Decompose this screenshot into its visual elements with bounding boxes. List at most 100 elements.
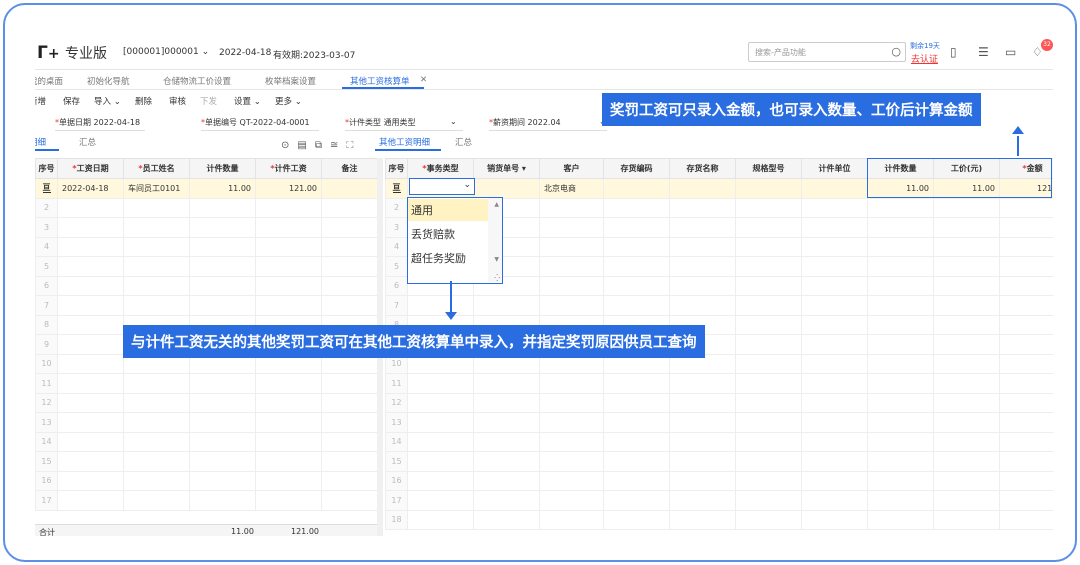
add-button[interactable]: 新增 xyxy=(35,95,46,107)
table-row[interactable]: 16 xyxy=(35,470,378,491)
empty-cell[interactable] xyxy=(321,392,378,413)
empty-cell[interactable] xyxy=(603,509,670,530)
empty-cell[interactable] xyxy=(539,509,604,530)
empty-cell[interactable] xyxy=(999,197,1053,218)
search-icon[interactable]: ○ xyxy=(891,45,901,58)
empty-cell[interactable] xyxy=(867,470,934,491)
empty-cell[interactable] xyxy=(735,334,802,355)
empty-cell[interactable] xyxy=(933,509,1000,530)
empty-cell[interactable] xyxy=(539,236,604,257)
empty-cell[interactable] xyxy=(999,236,1053,257)
empty-cell[interactable] xyxy=(539,295,604,316)
option-lost-goods-compensation[interactable]: 丢货赔款 xyxy=(408,223,488,245)
empty-cell[interactable] xyxy=(539,217,604,238)
empty-cell[interactable] xyxy=(57,431,124,452)
scroll-down-icon[interactable]: ▼ xyxy=(494,256,499,263)
empty-cell[interactable] xyxy=(539,470,604,491)
empty-cell[interactable] xyxy=(473,451,540,472)
table-row[interactable]: 3 xyxy=(35,217,378,238)
empty-cell[interactable] xyxy=(669,236,736,257)
table-row[interactable]: 7 xyxy=(35,295,378,316)
cell-piece-wage[interactable]: 121.00 xyxy=(255,178,322,199)
empty-cell[interactable] xyxy=(735,509,802,530)
cell-spec[interactable] xyxy=(735,178,802,199)
empty-cell[interactable] xyxy=(407,392,474,413)
tab-desktop[interactable]: 我的桌面 xyxy=(35,75,63,87)
empty-cell[interactable] xyxy=(735,470,802,491)
copy-icon[interactable]: ▤ xyxy=(297,140,314,151)
empty-cell[interactable] xyxy=(123,451,190,472)
empty-cell[interactable] xyxy=(669,217,736,238)
empty-cell[interactable] xyxy=(321,275,378,296)
empty-cell[interactable] xyxy=(123,236,190,257)
empty-cell[interactable] xyxy=(255,412,322,433)
tab-logistics-rate[interactable]: 仓储物流工价设置 xyxy=(163,75,231,87)
empty-cell[interactable] xyxy=(933,197,1000,218)
empty-cell[interactable] xyxy=(801,256,868,277)
empty-cell[interactable] xyxy=(189,412,256,433)
empty-cell[interactable] xyxy=(867,217,934,238)
empty-cell[interactable] xyxy=(735,197,802,218)
settings-button[interactable]: 设置 ⌄ xyxy=(234,95,261,107)
empty-cell[interactable] xyxy=(407,509,474,530)
resize-grip-icon[interactable]: ⁛ xyxy=(494,274,500,282)
empty-cell[interactable] xyxy=(867,509,934,530)
empty-cell[interactable] xyxy=(735,431,802,452)
empty-cell[interactable] xyxy=(999,256,1053,277)
empty-cell[interactable] xyxy=(321,236,378,257)
empty-cell[interactable] xyxy=(933,236,1000,257)
empty-cell[interactable] xyxy=(123,256,190,277)
empty-cell[interactable] xyxy=(255,236,322,257)
empty-cell[interactable] xyxy=(57,275,124,296)
empty-cell[interactable] xyxy=(933,295,1000,316)
empty-cell[interactable] xyxy=(57,392,124,413)
empty-cell[interactable] xyxy=(473,295,540,316)
empty-cell[interactable] xyxy=(407,451,474,472)
empty-cell[interactable] xyxy=(735,373,802,394)
empty-cell[interactable] xyxy=(801,314,868,335)
empty-cell[interactable] xyxy=(123,412,190,433)
tab-other-wage-detail[interactable]: 其他工资明细 xyxy=(379,136,430,148)
bill-no-field[interactable]: *单据编号 QT-2022-04-0001 xyxy=(201,117,319,131)
empty-cell[interactable] xyxy=(189,295,256,316)
search-input[interactable]: 搜索-产品功能 ○ xyxy=(748,42,906,62)
tab-summary-right[interactable]: 汇总 xyxy=(455,136,472,148)
tab-init-nav[interactable]: 初始化导航 xyxy=(87,75,130,87)
empty-cell[interactable] xyxy=(735,217,802,238)
empty-cell[interactable] xyxy=(933,392,1000,413)
empty-cell[interactable] xyxy=(669,256,736,277)
empty-cell[interactable] xyxy=(999,490,1053,511)
empty-cell[interactable] xyxy=(603,236,670,257)
empty-cell[interactable] xyxy=(735,392,802,413)
empty-cell[interactable] xyxy=(189,431,256,452)
col-piece-qty[interactable]: 计件数量 xyxy=(189,158,256,179)
empty-cell[interactable] xyxy=(255,392,322,413)
empty-cell[interactable] xyxy=(255,197,322,218)
empty-cell[interactable] xyxy=(867,256,934,277)
task-list-icon[interactable]: ☰ xyxy=(978,45,989,59)
empty-cell[interactable] xyxy=(933,275,1000,296)
empty-cell[interactable] xyxy=(933,256,1000,277)
empty-cell[interactable] xyxy=(999,314,1053,335)
empty-cell[interactable] xyxy=(407,412,474,433)
empty-cell[interactable] xyxy=(473,373,540,394)
empty-cell[interactable] xyxy=(867,314,934,335)
table-row[interactable]: 18 xyxy=(385,509,1053,530)
empty-cell[interactable] xyxy=(255,490,322,511)
empty-cell[interactable] xyxy=(999,412,1053,433)
empty-cell[interactable] xyxy=(255,275,322,296)
empty-cell[interactable] xyxy=(801,334,868,355)
cell-unit[interactable] xyxy=(801,178,868,199)
more-button[interactable]: 更多 ⌄ xyxy=(275,95,302,107)
empty-cell[interactable] xyxy=(933,490,1000,511)
audit-button[interactable]: 审核 xyxy=(169,95,186,107)
empty-cell[interactable] xyxy=(867,236,934,257)
empty-cell[interactable] xyxy=(801,373,868,394)
cell-remark[interactable] xyxy=(321,178,378,199)
empty-cell[interactable] xyxy=(255,431,322,452)
fullscreen-icon[interactable]: ⛶ xyxy=(346,140,361,151)
empty-cell[interactable] xyxy=(735,451,802,472)
empty-cell[interactable] xyxy=(57,470,124,491)
empty-cell[interactable] xyxy=(473,412,540,433)
empty-cell[interactable] xyxy=(123,470,190,491)
